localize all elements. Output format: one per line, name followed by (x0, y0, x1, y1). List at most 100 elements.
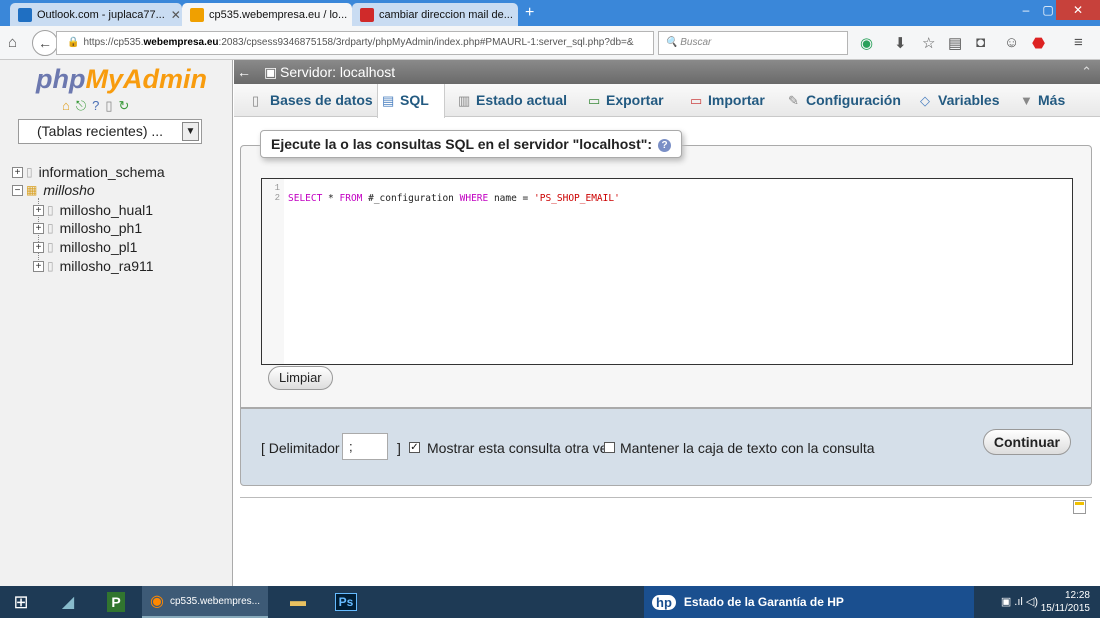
tab-sql[interactable]: ▤ SQL (377, 84, 445, 118)
clear-button[interactable]: Limpiar (268, 366, 333, 390)
hp-label: Estado de la Garantía de HP (683, 595, 844, 609)
browser-tab-outlook[interactable]: Outlook.com - juplaca77... ✕ (10, 3, 182, 26)
cortana-icon[interactable]: ◢ (48, 586, 88, 618)
sql-keyword: WHERE (459, 193, 489, 204)
menu-icon[interactable]: ≡ (1074, 34, 1083, 51)
bookmark-star-icon[interactable]: ☆ (922, 34, 935, 52)
new-tab-button[interactable]: + (525, 4, 534, 22)
recent-tables-select[interactable]: (Tablas recientes) ... ▼ (18, 119, 202, 144)
table-item[interactable]: + ▯ millosho_pl1 (33, 239, 137, 255)
extension-icon[interactable]: ◉ (860, 34, 873, 52)
legend-text: Ejecute la o las consultas SQL en el ser… (271, 136, 653, 152)
photoshop-icon[interactable]: Ps (328, 586, 364, 618)
expand-icon[interactable]: + (33, 241, 44, 253)
browser-tab-mail[interactable]: cambiar direccion mail de... ✕ (352, 3, 518, 26)
taskbar-firefox[interactable]: ◉ cp535.webempres... (142, 586, 268, 618)
go-button[interactable]: Continuar (982, 429, 1071, 455)
sql-text: * (322, 193, 340, 204)
db-name[interactable]: millosho (43, 182, 94, 198)
hp-warranty-notification[interactable]: hp Estado de la Garantía de HP (644, 586, 974, 618)
table-item[interactable]: + ▯ millosho_ra911 (33, 258, 154, 274)
hp-icon: hp (652, 594, 676, 610)
docs-icon[interactable]: ▯ (105, 98, 112, 114)
browser-tab-phpmyadmin[interactable]: cp535.webempresa.eu / lo... ✕ (182, 3, 352, 26)
expand-icon[interactable]: + (33, 260, 44, 272)
reload-icon[interactable]: ↻ (119, 98, 130, 114)
sql-options-panel: [ Delimitador ; ] ✓ Mostrar esta consult… (240, 408, 1092, 486)
phpmyadmin-icon (190, 7, 204, 22)
sql-text: #_configuration (362, 193, 460, 204)
navigation-icons: ⌂ ⎋ ? ▯ ↻ (62, 98, 129, 114)
table-item[interactable]: + ▯ millosho_hual1 (33, 202, 153, 218)
tab-title: Outlook.com - juplaca77... (37, 8, 165, 21)
back-button[interactable]: ← (32, 30, 58, 56)
download-icon[interactable]: ⬇ (894, 34, 907, 52)
db-name[interactable]: information_schema (39, 164, 165, 180)
table-icon: ▯ (47, 240, 54, 254)
logout-icon[interactable]: ⎋ (76, 98, 86, 114)
chevron-down-icon: ▼ (182, 122, 199, 141)
tab-status[interactable]: ▥ Estado actual (454, 84, 567, 117)
server-breadcrumb: ← ▣ Servidor: localhost ⌃ (234, 60, 1100, 84)
server-label[interactable]: Servidor: localhost (280, 60, 395, 84)
url-prefix: https://cp535. (83, 37, 144, 48)
tab-import[interactable]: ▭ Importar (686, 84, 765, 117)
import-icon: ▭ (690, 93, 703, 108)
database-icon: ▯ (26, 165, 33, 179)
table-item[interactable]: + ▯ millosho_ph1 (33, 220, 142, 236)
reading-list-icon[interactable]: ▤ (948, 34, 962, 52)
home-icon[interactable]: ⌂ (62, 98, 70, 114)
collapse-up-icon[interactable]: ⌃ (1081, 60, 1092, 84)
system-tray-icons[interactable]: ▣ .ıl ◁) (1001, 595, 1038, 608)
clock[interactable]: 12:28 15/11/2015 (1041, 586, 1090, 618)
show-query-label[interactable]: Mostrar esta consulta otra vez (427, 440, 615, 456)
windows-start-icon[interactable]: ⊞ (0, 586, 42, 618)
tab-more[interactable]: ▼ Más (1016, 84, 1065, 117)
expand-icon[interactable]: + (33, 222, 44, 234)
tab-databases[interactable]: ▯ Bases de datos (248, 84, 373, 117)
databases-icon: ▯ (252, 93, 260, 108)
keep-box-checkbox[interactable] (604, 442, 615, 453)
pocket-icon[interactable]: ◘ (976, 34, 985, 51)
browser-navbar: ⌂ ← 🔒 https://cp535.webempresa.eu:2083/cp… (0, 26, 1100, 60)
tab-settings[interactable]: ✎ Configuración (784, 84, 901, 117)
delimiter-label: [ Delimitador (261, 440, 340, 456)
lock-icon: 🔒 (67, 37, 80, 48)
file-explorer-icon[interactable]: ▬ (278, 586, 318, 618)
help-icon[interactable]: ? (92, 98, 99, 114)
tab-export[interactable]: ▭ Exportar (584, 84, 664, 117)
sql-string: 'PS_SHOP_EMAIL' (534, 193, 620, 204)
close-icon[interactable]: ✕ (513, 8, 518, 22)
url-bar[interactable]: 🔒 https://cp535.webempresa.eu:2083/cpsess… (56, 31, 654, 55)
keep-box-label[interactable]: Mantener la caja de texto con la consult… (620, 440, 875, 456)
db-item-information-schema[interactable]: + ▯ information_schema (12, 164, 165, 180)
expand-icon[interactable]: + (33, 204, 44, 216)
window-close-button[interactable]: ✕ (1056, 0, 1100, 20)
tab-variables[interactable]: ◇ Variables (916, 84, 1000, 117)
table-name[interactable]: millosho_ra911 (60, 258, 154, 274)
sql-query-box: 1 2 SELECT * FROM #_configuration WHERE … (240, 145, 1092, 408)
help-icon[interactable]: ? (658, 138, 672, 152)
recent-tables-value: (Tablas recientes) ... (37, 123, 164, 139)
home-icon[interactable]: ⌂ (8, 34, 17, 51)
db-item-millosho[interactable]: − ▦ millosho (12, 182, 95, 198)
show-query-checkbox[interactable]: ✓ (409, 442, 420, 453)
table-name[interactable]: millosho_hual1 (60, 202, 153, 218)
table-name[interactable]: millosho_pl1 (60, 239, 138, 255)
delimiter-input[interactable]: ; (342, 433, 388, 460)
collapse-nav-icon[interactable]: ← (237, 60, 251, 84)
project-app-icon[interactable]: P (98, 586, 134, 618)
sql-editor[interactable]: 1 2 SELECT * FROM #_configuration WHERE … (261, 178, 1073, 365)
status-icon: ▥ (458, 93, 471, 108)
collapse-icon[interactable]: − (12, 184, 23, 196)
close-icon[interactable]: ✕ (165, 8, 181, 22)
chat-icon[interactable]: ☺ (1004, 34, 1019, 51)
phpmyadmin-logo[interactable]: phpMyAdmin (36, 64, 207, 95)
sql-code[interactable]: SELECT * FROM #_configuration WHERE name… (288, 193, 620, 204)
browser-titlebar: Outlook.com - juplaca77... ✕ cp535.webem… (0, 0, 1100, 26)
expand-icon[interactable]: + (12, 166, 23, 178)
search-input[interactable]: 🔍 Buscar (658, 31, 848, 55)
adblock-icon[interactable]: ⬣ (1032, 34, 1045, 52)
console-icon[interactable] (1073, 500, 1086, 514)
table-name[interactable]: millosho_ph1 (60, 220, 143, 236)
